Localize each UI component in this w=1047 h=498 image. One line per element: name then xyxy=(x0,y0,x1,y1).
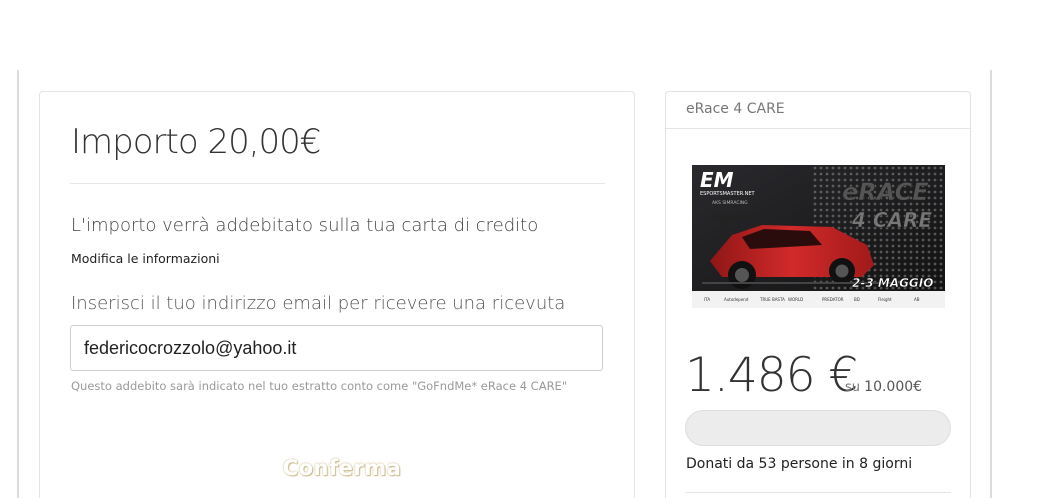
page-frame-right-border xyxy=(990,70,992,498)
goal-amount: 10.000€ xyxy=(864,379,923,395)
payment-card: Importo 20,00€ L'importo verrà addebitat… xyxy=(39,91,635,498)
banner-headline-1: eRACE xyxy=(842,178,929,206)
banner-headline-2: 4 CARE xyxy=(851,208,932,232)
sponsor-logo: Fleight xyxy=(878,297,892,302)
amount-raised: 1.486 € xyxy=(685,348,858,403)
campaign-card: eRace 4 CARE EM ESPORTSMASTER.NET AKS SI… xyxy=(665,91,971,498)
partner-text: AKS SIMRACING xyxy=(712,200,748,206)
goal-prefix: su xyxy=(845,380,861,395)
brand-logo-text: EM xyxy=(700,168,734,192)
donors-prefix: Donati da xyxy=(686,456,755,472)
sponsor-logo: TRUE BASTA xyxy=(759,297,785,302)
banner-dates: 2-3 MAGGIO xyxy=(852,276,933,290)
donors-count: 53 xyxy=(758,456,777,472)
sponsor-logo: Autodepend xyxy=(724,297,749,302)
page-frame-left-border xyxy=(17,70,19,498)
days-count: 8 xyxy=(859,456,869,472)
donors-summary: Donati da 53 persone in 8 giorni xyxy=(686,456,912,472)
sponsor-logo: AB xyxy=(914,297,920,302)
divider xyxy=(70,183,605,184)
sponsor-logo: WORLD xyxy=(788,297,803,302)
sponsor-logo: BD xyxy=(854,297,860,302)
goal-text: su 10.000€ xyxy=(845,379,922,395)
sponsor-logo: ITA xyxy=(704,297,710,302)
brand-name-text: ESPORTSMASTER.NET xyxy=(700,191,756,197)
progress-bar xyxy=(685,410,951,446)
email-field[interactable] xyxy=(70,325,603,371)
edit-info-link[interactable]: Modifica le informazioni xyxy=(71,251,220,266)
campaign-banner-image[interactable]: EM ESPORTSMASTER.NET AKS SIMRACING eRACE… xyxy=(692,165,945,308)
statement-note: Questo addebito sarà indicato nel tuo es… xyxy=(71,379,568,393)
donors-mid: persone in xyxy=(780,456,855,472)
charge-note: L'importo verrà addebitato sulla tua car… xyxy=(71,215,539,236)
divider xyxy=(685,492,951,493)
confirm-button[interactable]: Conferma xyxy=(272,453,412,483)
sponsor-logo: PREDATOR xyxy=(822,297,844,302)
amount-title: Importo 20,00€ xyxy=(71,122,321,162)
email-label: Inserisci il tuo indirizzo email per ric… xyxy=(71,293,566,314)
days-suffix: giorni xyxy=(872,456,913,472)
campaign-title: eRace 4 CARE xyxy=(666,92,970,129)
